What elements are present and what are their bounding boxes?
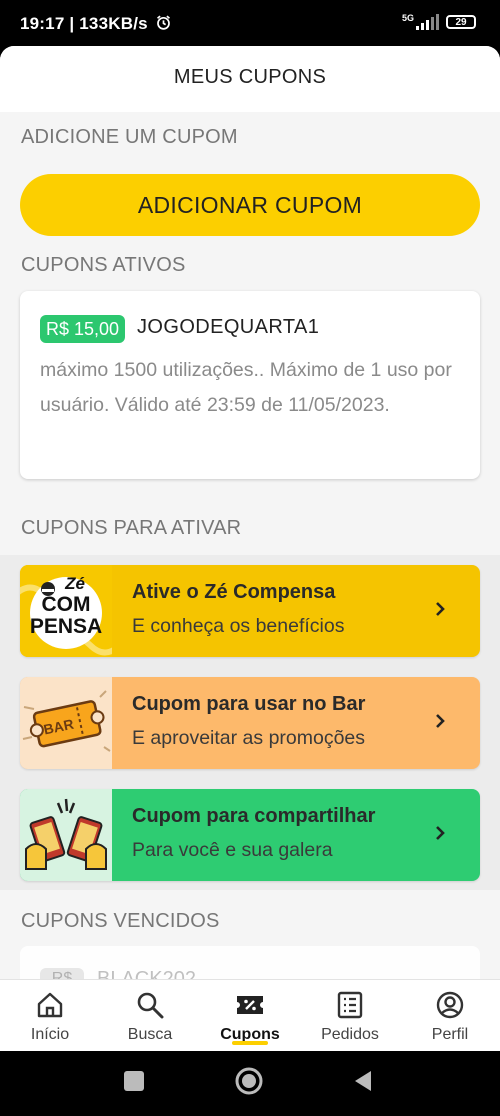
share-phones-image — [20, 789, 112, 881]
coupon-value: R$ 15,00 — [46, 318, 120, 339]
expired-coupons-section-label: CUPONS VENCIDOS — [21, 910, 220, 932]
add-coupon-button[interactable]: ADICIONAR CUPOM — [20, 174, 480, 236]
promo-title: Cupom para compartilhar — [132, 805, 376, 827]
active-coupon-card[interactable]: R$ 15,00 JOGODEQUARTA1 máximo 1500 utili… — [20, 291, 480, 479]
phones-cheers-icon — [25, 798, 107, 870]
promo-title: Ative o Zé Compensa — [132, 581, 336, 603]
promo-body: Ative o Zé Compensa E conheça os benefíc… — [112, 565, 480, 657]
nav-label: Pedidos — [321, 1026, 379, 1043]
coupon-value-badge: R$ 15,00 — [40, 315, 126, 343]
promo-subtitle: E aproveitar as promoções — [132, 727, 366, 749]
nav-item-busca[interactable]: Busca — [100, 980, 200, 1051]
promo-ze-compensa[interactable]: Zé COM PENSA Ative o Zé Compensa E conhe… — [20, 565, 480, 657]
chevron-right-icon — [436, 826, 445, 840]
alarm-icon — [156, 15, 170, 30]
system-navigation-bar — [0, 1051, 500, 1111]
status-bar: 19:17 | 133KB/s 5G 29 — [0, 0, 500, 46]
ze-compensa-logo: Zé COM PENSA — [20, 565, 123, 657]
coupon-description: máximo 1500 utilizações.. Máximo de 1 us… — [40, 359, 452, 416]
promo-subtitle: E conheça os benefícios — [132, 615, 345, 637]
nav-label: Início — [30, 1026, 70, 1043]
active-indicator — [232, 1041, 268, 1045]
coupon-icon — [237, 996, 263, 1014]
add-coupon-section-label: ADICIONE UM CUPOM — [21, 126, 238, 148]
network-label: 5G — [401, 13, 414, 23]
home-button[interactable] — [235, 1067, 263, 1095]
active-coupons-section-label: CUPONS ATIVOS — [21, 254, 186, 276]
bar-ticket-icon: BAR — [22, 690, 111, 752]
recents-button[interactable] — [124, 1071, 144, 1091]
nav-label: Perfil — [431, 1026, 469, 1043]
nav-item-inicio[interactable]: Início — [0, 980, 100, 1051]
bar-ticket-image: BAR — [20, 677, 112, 769]
nav-item-perfil[interactable]: Perfil — [400, 980, 500, 1051]
profile-icon — [436, 991, 464, 1019]
promo-bar-coupon[interactable]: BAR Cupom para usar no Bar E aproveitar … — [20, 677, 480, 769]
status-time-speed: 19:17 | 133KB/s — [20, 14, 172, 34]
promo-body: Cupom para usar no Bar E aproveitar as p… — [112, 677, 480, 769]
nav-label: Busca — [127, 1026, 173, 1043]
chevron-right-icon — [436, 602, 445, 616]
add-coupon-button-label: ADICIONAR CUPOM — [137, 191, 363, 218]
signal-icon — [416, 14, 439, 30]
status-right: 5G 29 — [401, 13, 476, 30]
app-screen: MEUS CUPONS ADICIONE UM CUPOM ADICIONAR … — [0, 46, 500, 1051]
to-activate-section-label: CUPONS PARA ATIVAR — [21, 517, 242, 539]
nav-item-pedidos[interactable]: Pedidos — [300, 980, 400, 1051]
search-icon — [137, 992, 164, 1019]
chevron-right-icon — [436, 714, 445, 728]
battery-level: 29 — [455, 16, 467, 28]
ze-compensa-logo-text: Zé COM PENSA — [20, 575, 112, 637]
battery-icon: 29 — [446, 15, 476, 29]
coupon-code: JOGODEQUARTA1 — [137, 316, 320, 338]
promo-subtitle: Para você e sua galera — [132, 839, 333, 861]
nav-item-cupons[interactable]: Cupons — [200, 980, 300, 1051]
header: MEUS CUPONS — [0, 46, 500, 112]
back-button[interactable] — [355, 1071, 371, 1091]
logo-line-2: COM — [41, 593, 91, 616]
status-text: 19:17 | 133KB/s — [20, 14, 148, 33]
orders-icon — [337, 991, 363, 1019]
home-icon — [37, 992, 63, 1018]
promo-share-coupon[interactable]: Cupom para compartilhar Para você e sua … — [20, 789, 480, 881]
promo-title: Cupom para usar no Bar — [132, 693, 366, 715]
promo-list: Zé COM PENSA Ative o Zé Compensa E conhe… — [0, 555, 500, 890]
page-title: MEUS CUPONS — [173, 65, 327, 88]
logo-line-1: Zé — [65, 574, 85, 593]
logo-line-3: PENSA — [29, 615, 103, 638]
promo-body: Cupom para compartilhar Para você e sua … — [112, 789, 480, 881]
bottom-navigation: Início Busca Cupons Pedidos Perfil — [0, 979, 500, 1051]
system-nav-buttons — [124, 1067, 371, 1095]
